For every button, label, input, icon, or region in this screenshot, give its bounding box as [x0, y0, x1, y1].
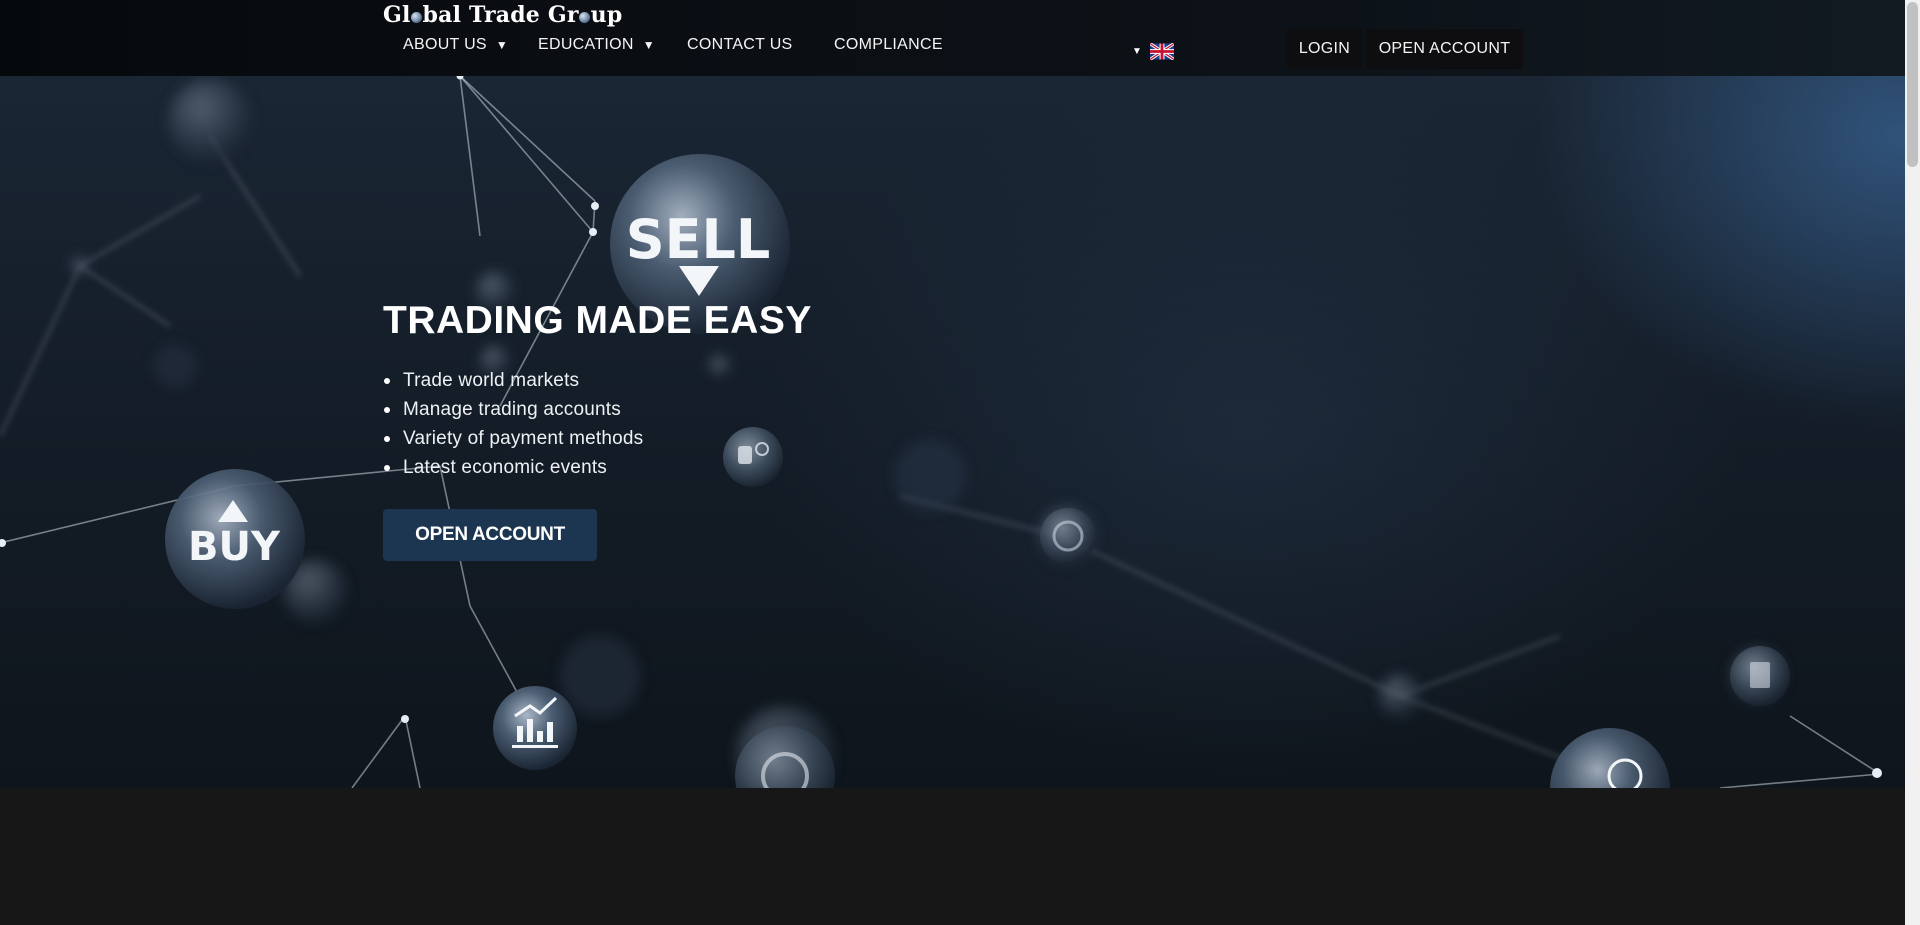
nav-contact-us-label: CONTACT US [687, 36, 793, 53]
globe-icon [411, 12, 423, 23]
uk-flag-icon [1150, 43, 1174, 60]
logo-text-end: up [590, 2, 623, 28]
hero-banner: SELL BUY TRADING MADE EASY Trade world m… [0, 76, 1905, 788]
feature-item: Variety of payment methods [383, 424, 643, 453]
chevron-down-icon: ▼ [1132, 46, 1142, 57]
nav-education-label: EDUCATION [538, 36, 634, 53]
feature-item: Trade world markets [383, 366, 643, 395]
nav-compliance[interactable]: COMPLIANCE [834, 36, 943, 54]
login-button[interactable]: LOGIN [1287, 29, 1362, 69]
hero-background-network: SELL BUY [0, 76, 1882, 788]
chevron-down-icon: ▼ [495, 38, 509, 52]
chevron-down-icon: ▼ [642, 38, 655, 52]
sell-label: SELL [626, 208, 771, 271]
feature-item: Manage trading accounts [383, 395, 643, 424]
below-hero-section [0, 788, 1905, 925]
nav-education[interactable]: EDUCATION ▼ [538, 36, 655, 54]
buy-orb: BUY [165, 469, 305, 609]
buy-label: BUY [188, 524, 281, 570]
feature-list: Trade world markets Manage trading accou… [383, 366, 643, 482]
nav-about-us-label: ABOUT US [403, 36, 487, 53]
logo-text-middle: bal Trade Gr [422, 2, 579, 28]
globe-icon [579, 12, 591, 23]
feature-item: Latest economic events [383, 453, 643, 482]
site-logo[interactable]: Gl bal Trade Gr up [383, 2, 622, 28]
chart-orb-icon [493, 686, 577, 770]
nav-compliance-label: COMPLIANCE [834, 36, 943, 53]
dollar-orb-icon [1550, 728, 1670, 788]
nav-contact-us[interactable]: CONTACT US [687, 36, 793, 54]
document-orb-icon [1730, 646, 1790, 706]
language-selector[interactable]: ▼ [1132, 43, 1176, 61]
logo-text-start: Gl [383, 2, 411, 28]
hand-pointer-orb-icon [723, 427, 783, 487]
page-scrollbar[interactable] [1905, 0, 1920, 925]
site-header: Gl bal Trade Gr up ABOUT US ▼ EDUCATION ▼ CO… [0, 0, 1905, 76]
coin-orb-icon [1040, 508, 1096, 564]
header-open-account-button[interactable]: OPEN ACCOUNT [1366, 29, 1523, 69]
hero-open-account-button[interactable]: OPEN ACCOUNT [383, 509, 597, 561]
scrollbar-thumb[interactable] [1907, 2, 1918, 167]
hero-title: TRADING MADE EASY [383, 299, 812, 342]
nav-about-us[interactable]: ABOUT US ▼ [403, 36, 508, 54]
